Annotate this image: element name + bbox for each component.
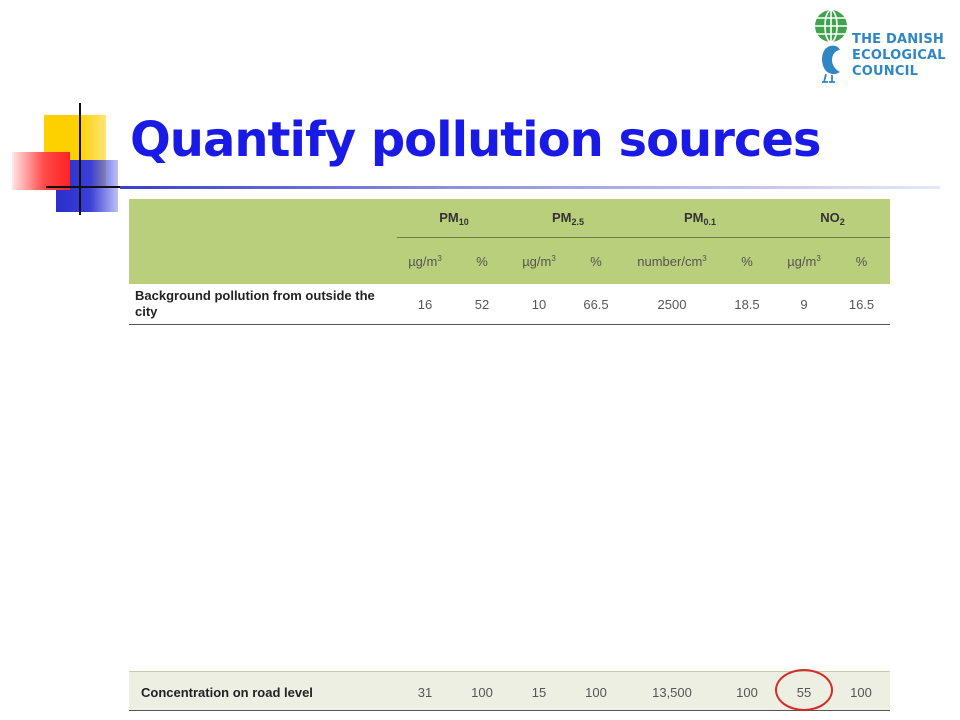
table-cell: 16.5 bbox=[833, 284, 890, 325]
table-cell: 16 bbox=[397, 284, 453, 325]
header-group-no2: NO2 bbox=[775, 199, 890, 238]
table-cell: 18.5 bbox=[719, 284, 775, 325]
unit-header: number/cm3 bbox=[637, 253, 707, 269]
danish-ecological-council-logo: THE DANISH ECOLOGICAL COUNCIL bbox=[810, 8, 950, 88]
footer-cell: 100 bbox=[471, 685, 493, 700]
unit-header: % bbox=[476, 253, 488, 269]
header-group-pm10: PM10 bbox=[397, 199, 511, 238]
unit-header: % bbox=[590, 253, 602, 269]
header-group-pm25: PM2.5 bbox=[511, 199, 625, 238]
header-group-pm01: PM0.1 bbox=[625, 199, 775, 238]
highlight-circle bbox=[775, 669, 833, 711]
footer-cell: 15 bbox=[531, 685, 547, 700]
decor-horizontal-line bbox=[46, 186, 122, 188]
table-cell: 9 bbox=[775, 284, 833, 325]
footer-cell: 13,500 bbox=[652, 685, 692, 700]
header-empty-cell bbox=[129, 199, 397, 238]
table-row: Background pollution from outside the ci… bbox=[129, 284, 890, 325]
table-header-groups: PM10 PM2.5 PM0.1 NO2 bbox=[129, 199, 890, 238]
table-cell: 2500 bbox=[625, 284, 719, 325]
logo-text: THE DANISH ECOLOGICAL COUNCIL bbox=[852, 32, 946, 80]
globe-bird-icon bbox=[815, 9, 847, 83]
table-cell: 10 bbox=[511, 284, 567, 325]
footer-cell: 31 bbox=[417, 685, 433, 700]
table-header-units: µg/m3 % µg/m3 % number/cm3 % µg/m3 % bbox=[129, 237, 890, 285]
header-units-empty bbox=[129, 238, 397, 285]
unit-header: µg/m3 bbox=[408, 253, 442, 269]
footer-cell: 100 bbox=[736, 685, 758, 700]
decor-red-square bbox=[12, 152, 70, 190]
title-underline bbox=[120, 186, 940, 189]
row-label: Background pollution from outside the ci… bbox=[129, 284, 397, 325]
pollution-table: PM10 PM2.5 PM0.1 NO2 µg/m3 % µg/m3 % num… bbox=[129, 199, 890, 325]
slide-title: Quantify pollution sources bbox=[130, 112, 821, 168]
table-cell: 66.5 bbox=[567, 284, 625, 325]
footer-row-label: Concentration on road level bbox=[141, 685, 313, 700]
unit-header: % bbox=[741, 253, 753, 269]
table-cell: 52 bbox=[453, 284, 511, 325]
decor-vertical-line bbox=[79, 103, 81, 215]
unit-header: µg/m3 bbox=[522, 253, 556, 269]
logo-line-1: THE DANISH bbox=[852, 32, 944, 47]
logo-line-2: ECOLOGICAL bbox=[852, 48, 946, 63]
footer-cell: 100 bbox=[850, 685, 872, 700]
footer-cell: 100 bbox=[585, 685, 607, 700]
unit-header: % bbox=[855, 253, 868, 269]
unit-header: µg/m3 bbox=[787, 253, 821, 269]
logo-line-3: COUNCIL bbox=[852, 64, 919, 79]
